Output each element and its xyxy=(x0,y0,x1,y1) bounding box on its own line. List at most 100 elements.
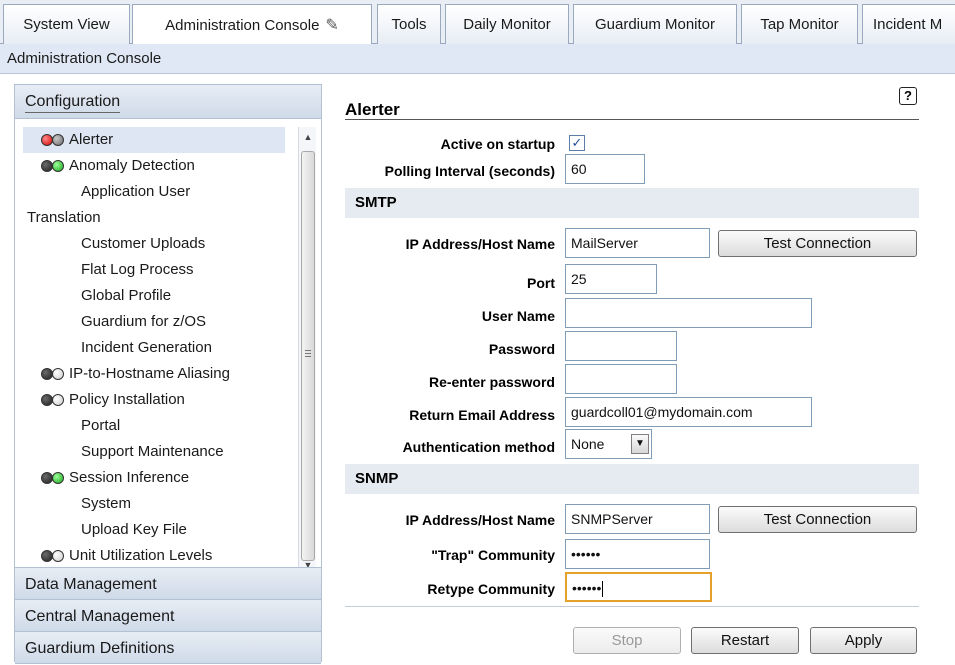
tab-label: Incident M xyxy=(873,16,943,33)
tab-tools[interactable]: Tools xyxy=(377,4,441,44)
configuration-tree: Alerter Anomaly Detection Application Us… xyxy=(23,127,299,575)
status-lights xyxy=(41,134,65,147)
scroll-up-arrow-icon[interactable]: ▲ xyxy=(299,129,317,145)
smtp-host-input[interactable]: MailServer xyxy=(565,228,710,258)
tab-label: Tap Monitor xyxy=(760,16,839,33)
return-email-label: Return Email Address xyxy=(409,407,555,423)
accordion-label: Guardium Definitions xyxy=(25,640,175,657)
authentication-method-label: Authentication method xyxy=(402,439,555,455)
tree-item-label: Guardium for z/OS xyxy=(81,313,207,330)
trap-community-input[interactable]: •••••• xyxy=(565,539,710,569)
smtp-password-input[interactable] xyxy=(565,331,677,361)
polling-interval-label: Polling Interval (seconds) xyxy=(384,163,555,179)
stop-button[interactable]: Stop xyxy=(573,627,681,654)
accordion-label: Central Management xyxy=(25,608,175,625)
snmp-section-header: SNMP xyxy=(345,464,919,494)
accordion-configuration[interactable]: Configuration xyxy=(15,85,321,119)
tree-item-label: Anomaly Detection xyxy=(69,157,195,174)
status-lights xyxy=(41,368,65,381)
status-lights xyxy=(41,472,65,485)
grip-icon xyxy=(305,350,311,357)
smtp-user-name-label: User Name xyxy=(481,308,555,324)
tree-item-label: Application User xyxy=(81,183,191,200)
scroll-thumb[interactable] xyxy=(301,151,315,561)
tree-scrollbar[interactable]: ▲ ▼ xyxy=(298,127,316,575)
apply-button[interactable]: Apply xyxy=(810,627,917,654)
restart-button[interactable]: Restart xyxy=(691,627,799,654)
accordion-data-management[interactable]: Data Management xyxy=(15,567,321,600)
smtp-host-label: IP Address/Host Name xyxy=(405,236,555,252)
smtp-password-label: Password xyxy=(488,341,555,357)
tree-item-label: Policy Installation xyxy=(69,391,185,408)
accordion-guardium-definitions[interactable]: Guardium Definitions xyxy=(15,631,321,664)
tree-item-label: Alerter xyxy=(69,131,114,148)
tree-item-label: Upload Key File xyxy=(81,521,187,538)
smtp-user-name-input[interactable] xyxy=(565,298,812,328)
tree-item-label: Customer Uploads xyxy=(81,235,206,252)
alerter-form: Alerter ? Active on startup ✓ Polling In… xyxy=(345,84,955,662)
status-lights xyxy=(41,550,65,563)
accordion-label: Data Management xyxy=(25,576,157,593)
smtp-test-connection-button[interactable]: Test Connection xyxy=(718,230,917,257)
tab-label: Administration Console xyxy=(165,16,320,34)
chevron-down-icon[interactable]: ▼ xyxy=(631,434,649,454)
status-lights xyxy=(41,160,65,173)
tab-system-view[interactable]: System View xyxy=(3,4,130,44)
tab-daily-monitor[interactable]: Daily Monitor xyxy=(445,4,569,44)
status-lights xyxy=(41,394,65,407)
help-icon[interactable]: ? xyxy=(899,87,917,105)
smtp-section-header: SMTP xyxy=(345,188,919,218)
tree-item-label: System xyxy=(81,495,132,512)
smtp-port-input[interactable]: 25 xyxy=(565,264,657,294)
tree-item-label: Global Profile xyxy=(81,287,172,304)
smtp-reenter-password-input[interactable] xyxy=(565,364,677,394)
tab-label: Tools xyxy=(391,16,427,33)
return-email-input[interactable]: guardcoll01@mydomain.com xyxy=(565,397,812,427)
retype-community-input[interactable]: •••••• xyxy=(565,572,712,602)
navigation-panel: Configuration Alerter Anomaly Detection … xyxy=(14,84,322,664)
polling-interval-input[interactable]: 60 xyxy=(565,154,645,184)
tab-label: Daily Monitor xyxy=(463,16,551,33)
white-light-icon xyxy=(52,368,64,380)
white-light-icon xyxy=(52,550,64,562)
trap-community-label: "Trap" Community xyxy=(431,547,555,563)
tree-item-label: Portal xyxy=(81,417,121,434)
text-cursor xyxy=(602,581,604,598)
tab-label: System View xyxy=(23,16,110,33)
select-value: None xyxy=(571,436,605,452)
tree-item-label: IP-to-Hostname Aliasing xyxy=(69,365,230,382)
active-on-startup-checkbox[interactable]: ✓ xyxy=(569,135,585,151)
pencil-icon[interactable]: ✎ xyxy=(325,15,338,35)
tree-item-label: Flat Log Process xyxy=(81,261,194,278)
tab-administration-console[interactable]: Administration Console ✎ xyxy=(132,4,372,45)
form-title-text: Alerter xyxy=(345,100,404,119)
tree-item-label: Support Maintenance xyxy=(81,443,224,460)
accordion-label: Configuration xyxy=(25,93,121,113)
active-on-startup-label: Active on startup xyxy=(440,136,555,152)
tree-item-label: Unit Utilization Levels xyxy=(69,547,213,564)
smtp-reenter-password-label: Re-enter password xyxy=(428,374,555,390)
retype-community-value: •••••• xyxy=(572,580,602,596)
green-light-icon xyxy=(52,160,64,172)
form-title: Alerter xyxy=(345,92,919,120)
snmp-test-connection-button[interactable]: Test Connection xyxy=(718,506,917,533)
tab-tap-monitor[interactable]: Tap Monitor xyxy=(741,4,858,44)
divider xyxy=(345,606,919,607)
gray-light-icon xyxy=(52,134,64,146)
tree-item-label: Session Inference xyxy=(69,469,190,486)
tab-incident-management[interactable]: Incident M xyxy=(862,4,955,44)
snmp-host-input[interactable]: SNMPServer xyxy=(565,504,710,534)
green-light-icon xyxy=(52,472,64,484)
tree-item-label: Translation xyxy=(27,209,101,226)
tree-item-alerter[interactable]: Alerter xyxy=(23,127,285,153)
tab-guardium-monitor[interactable]: Guardium Monitor xyxy=(573,4,737,44)
authentication-method-select[interactable]: None ▼ xyxy=(565,429,652,459)
smtp-port-label: Port xyxy=(527,275,555,291)
accordion-central-management[interactable]: Central Management xyxy=(15,599,321,632)
snmp-host-label: IP Address/Host Name xyxy=(405,512,555,528)
breadcrumb: Administration Console xyxy=(0,44,955,74)
top-tab-bar: System View Administration Console ✎ Too… xyxy=(0,0,955,45)
retype-community-label: Retype Community xyxy=(427,581,555,597)
tree-item-label: Incident Generation xyxy=(81,339,212,356)
breadcrumb-text: Administration Console xyxy=(7,50,162,67)
